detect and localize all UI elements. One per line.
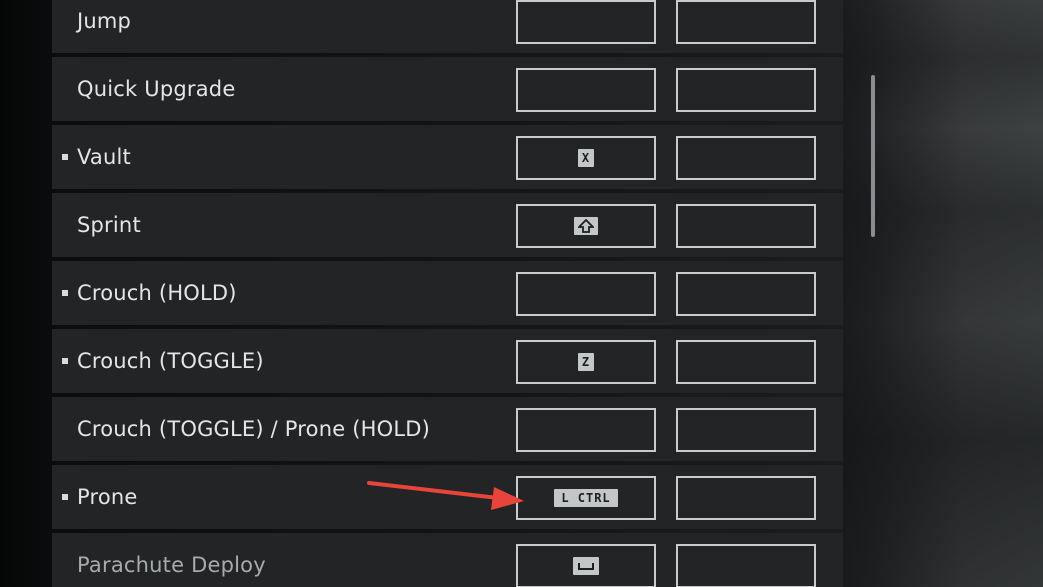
bullet-marker (62, 358, 68, 364)
binding-label: Crouch (TOGGLE) / Prone (HOLD) (77, 417, 431, 441)
secondary-key-slot[interactable] (676, 204, 816, 248)
secondary-key-slot[interactable] (676, 544, 816, 587)
secondary-key-slot[interactable] (676, 476, 816, 520)
binding-row-crouch-hold: Crouch (HOLD) (52, 261, 843, 325)
binding-row-crouch-toggle: Crouch (TOGGLE) Z (52, 329, 843, 393)
primary-key-slot[interactable] (516, 544, 656, 587)
secondary-key-slot[interactable] (676, 408, 816, 452)
scrollbar-thumb[interactable] (871, 75, 875, 237)
binding-label: Crouch (HOLD) (77, 281, 237, 305)
binding-label: Quick Upgrade (77, 77, 236, 101)
binding-row-crouch-toggle-prone-hold: Crouch (TOGGLE) / Prone (HOLD) (52, 397, 843, 461)
primary-key-slot[interactable] (516, 408, 656, 452)
bullet-marker (62, 154, 68, 160)
secondary-key-slot[interactable] (676, 68, 816, 112)
binding-row-quick-upgrade: Quick Upgrade (52, 57, 843, 121)
bullet-marker (62, 494, 68, 500)
binding-label: Vault (77, 145, 131, 169)
keycap-l-ctrl: L CTRL (554, 489, 618, 507)
primary-key-slot[interactable] (516, 0, 656, 44)
primary-key-slot[interactable] (516, 272, 656, 316)
binding-row-vault: Vault X (52, 125, 843, 189)
binding-label: Crouch (TOGGLE) (77, 349, 264, 373)
primary-key-slot[interactable]: Z (516, 340, 656, 384)
primary-key-slot[interactable] (516, 204, 656, 248)
primary-key-slot[interactable]: L CTRL (516, 476, 656, 520)
binding-label: Sprint (77, 213, 141, 237)
binding-label: Prone (77, 485, 138, 509)
secondary-key-slot[interactable] (676, 272, 816, 316)
keycap-z: Z (577, 353, 595, 371)
secondary-key-slot[interactable] (676, 340, 816, 384)
binding-row-jump: Jump (52, 0, 843, 53)
binding-row-parachute-deploy: Parachute Deploy (52, 533, 843, 587)
primary-key-slot[interactable]: X (516, 136, 656, 180)
binding-row-sprint: Sprint (52, 193, 843, 257)
binding-row-prone: Prone L CTRL (52, 465, 843, 529)
keybinding-list: Jump Quick Upgrade Vault X Sprint Crouch… (52, 0, 843, 587)
secondary-key-slot[interactable] (676, 136, 816, 180)
binding-label: Jump (77, 9, 132, 33)
keycap-x: X (577, 149, 595, 167)
shift-icon (574, 217, 598, 235)
primary-key-slot[interactable] (516, 68, 656, 112)
space-icon (573, 557, 599, 575)
keybind-settings-screen: Jump Quick Upgrade Vault X Sprint Crouch… (0, 0, 1043, 587)
secondary-key-slot[interactable] (676, 0, 816, 44)
bullet-marker (62, 290, 68, 296)
binding-label: Parachute Deploy (77, 553, 266, 577)
